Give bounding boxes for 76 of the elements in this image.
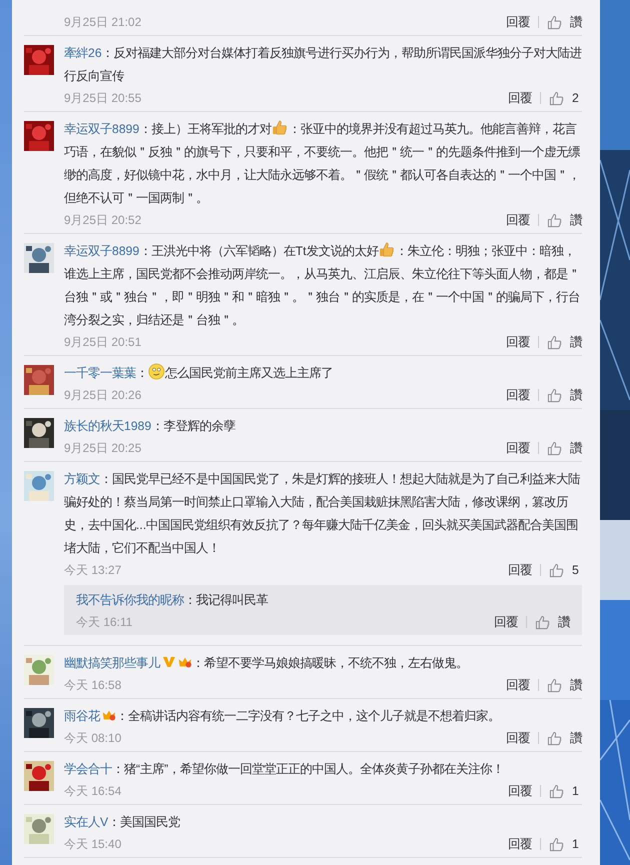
crown-icon <box>102 708 116 722</box>
reply-link[interactable]: 回覆 <box>506 676 530 694</box>
username-link[interactable]: 幸运双子8899 <box>64 122 140 136</box>
username-link[interactable]: 方颖文 <box>64 472 100 486</box>
comment-time: 今天 16:58 <box>64 676 122 694</box>
comment-text: 幸运双子8899：接上）王将军批的才对 ：张亚中的境界并没有超过马英九。他能言善辩，花言巧语，在貌似＂反独＂的旗号下，只要和平，不要统一。他把＂统一＂的先题条件推到一个虚无缥缈的高度，好似镜中花，水中月，让大陆永远够不着。＂假统＂都认可各自表达的＂一个中国＂，但绝不认可＂一国两制＂。 <box>64 118 582 210</box>
like-count: 讚 <box>570 676 582 694</box>
comment-text: 幽默搞笑那些事儿 ：希望不要学马娘娘搞暖昧，不统不独，左右做鬼。 <box>64 654 469 672</box>
reply-link[interactable]: 回覆 <box>506 212 530 228</box>
comment-time: 9月25日 20:26 <box>64 386 142 404</box>
like-count: 讚 <box>570 386 582 404</box>
comment-text: 雨谷花 ：全稿讲话内容有统一二字没有？七子之中，这个儿子就是不想着归家。 <box>64 707 501 725</box>
comment-time: 9月25日 20:25 <box>64 440 142 456</box>
smiley-emoji-icon <box>148 363 165 380</box>
comment-text: 方颖文：国民党早已经不是中国国民党了，朱是灯辉的接班人！想起大陆就是为了自己利益来大陆骗好处的！蔡当局第一时间禁止口罩输入大陆，配合美国栽赃抹黑陷害大陆，修改课纲，篡改历史，去中国化...中国国民党组织有效反抗了？每年赚大陆千亿美金，回头就买美国武器配合美国围堵大陆，它们不配当中国人！ <box>64 471 581 557</box>
comment-text: 实在人V：美国国民党 <box>64 814 182 831</box>
reply-link[interactable]: 回覆 <box>506 334 530 350</box>
comment-time: 9月25日 21:02 <box>64 14 142 30</box>
verified-v-icon <box>162 655 176 669</box>
username-link[interactable]: 我不告诉你我的昵称 <box>76 593 184 607</box>
reply-link[interactable]: 回覆 <box>506 14 530 30</box>
reply-link[interactable]: 回覆 <box>508 836 532 852</box>
username-link[interactable]: 幸运双子8899 <box>64 244 140 258</box>
reply-link[interactable]: 回覆 <box>506 730 530 746</box>
reply-link[interactable]: 回覆 <box>506 440 530 456</box>
crown-icon <box>178 655 192 669</box>
comment-text: 我不告诉你我的昵称：我记得叫民革 <box>76 592 269 609</box>
thumbs-up-icon[interactable] <box>535 614 550 630</box>
comment-time: 今天 13:27 <box>64 562 122 578</box>
comment-time: 今天 08:10 <box>64 730 122 746</box>
thumbs-up-emoji-icon <box>378 241 396 258</box>
reply-link[interactable]: 回覆 <box>508 90 532 106</box>
thumbs-up-icon[interactable] <box>549 562 564 578</box>
username-link[interactable]: 族长的秋天1989 <box>64 419 152 433</box>
thumbs-up-emoji-icon <box>271 119 288 136</box>
reply-link[interactable]: 回覆 <box>494 614 518 630</box>
comment-time: 9月25日 20:55 <box>64 90 142 106</box>
thumbs-up-icon[interactable] <box>547 212 562 228</box>
comment-time: 今天 16:11 <box>76 614 132 630</box>
thumbs-up-icon[interactable] <box>547 678 562 692</box>
like-count: 2 <box>572 91 580 105</box>
reply-link[interactable]: 回覆 <box>506 386 530 404</box>
comment-text: 一千零一葉葉： 怎么国民党前主席又选上主席了 <box>64 362 582 385</box>
comment-time: 今天 16:54 <box>64 782 122 800</box>
reply-link[interactable]: 回覆 <box>508 562 532 578</box>
thumbs-up-icon[interactable] <box>547 334 562 350</box>
username-link[interactable]: 幽默搞笑那些事儿 <box>64 656 160 670</box>
username-link[interactable]: 实在人V <box>64 815 108 829</box>
thumbs-up-icon[interactable] <box>547 14 562 30</box>
comment-text: 幸运双子8899：王洪光中将（六军韬略）在Tt发文说的太好 ：朱立伦：明独；张亚中：暗独，谁选上主席，国民党都不会推动两岸统一。，从马英九、江启辰、朱立伦往下等头面人物，都是＂台独＂或＂独台＂，即＂明独＂和＂暗独＂。＂独台＂的实质是，在＂一个中国＂的骗局下，行台湾分裂之实，归结还是＂台独＂。 <box>64 240 582 332</box>
like-count: 讚 <box>570 14 582 30</box>
like-count: 讚 <box>570 334 582 350</box>
thumbs-up-icon[interactable] <box>547 730 562 746</box>
like-count: 讚 <box>570 730 582 746</box>
like-count: 讚 <box>570 440 582 456</box>
reply-link[interactable]: 回覆 <box>508 782 532 800</box>
username-link[interactable]: 牽絆26 <box>64 46 102 60</box>
like-count: 1 <box>572 837 580 851</box>
like-count: 1 <box>572 784 580 798</box>
thumbs-up-icon[interactable] <box>547 388 562 402</box>
like-count: 5 <box>572 563 580 577</box>
thumbs-up-icon[interactable] <box>549 90 564 106</box>
comment-text: 族长的秋天1989：李登辉的余孽 <box>64 418 236 435</box>
comment-time: 9月25日 20:51 <box>64 334 142 350</box>
username-link[interactable]: 雨谷花 <box>64 709 100 723</box>
like-count: 讚 <box>558 614 570 630</box>
comment-text: 牽絆26：反对福建大部分对台媒体打着反独旗号进行买办行为，帮助所谓民国派华独分子对大陆进行反向宣传 <box>64 45 582 85</box>
comment-time: 9月25日 20:52 <box>64 212 142 228</box>
thumbs-up-icon[interactable] <box>549 784 564 798</box>
username-link[interactable]: 一千零一葉葉 <box>64 366 136 380</box>
username-link[interactable]: 学会合十 <box>64 762 112 776</box>
thumbs-up-icon[interactable] <box>547 440 562 456</box>
like-count: 讚 <box>570 212 582 228</box>
comment-time: 今天 15:40 <box>64 836 122 852</box>
comment-text: 学会合十：猪“主席”，希望你做一回堂堂正正的中国人。全体炎黄子孙都在关注你！ <box>64 761 506 778</box>
thumbs-up-icon[interactable] <box>549 836 564 852</box>
